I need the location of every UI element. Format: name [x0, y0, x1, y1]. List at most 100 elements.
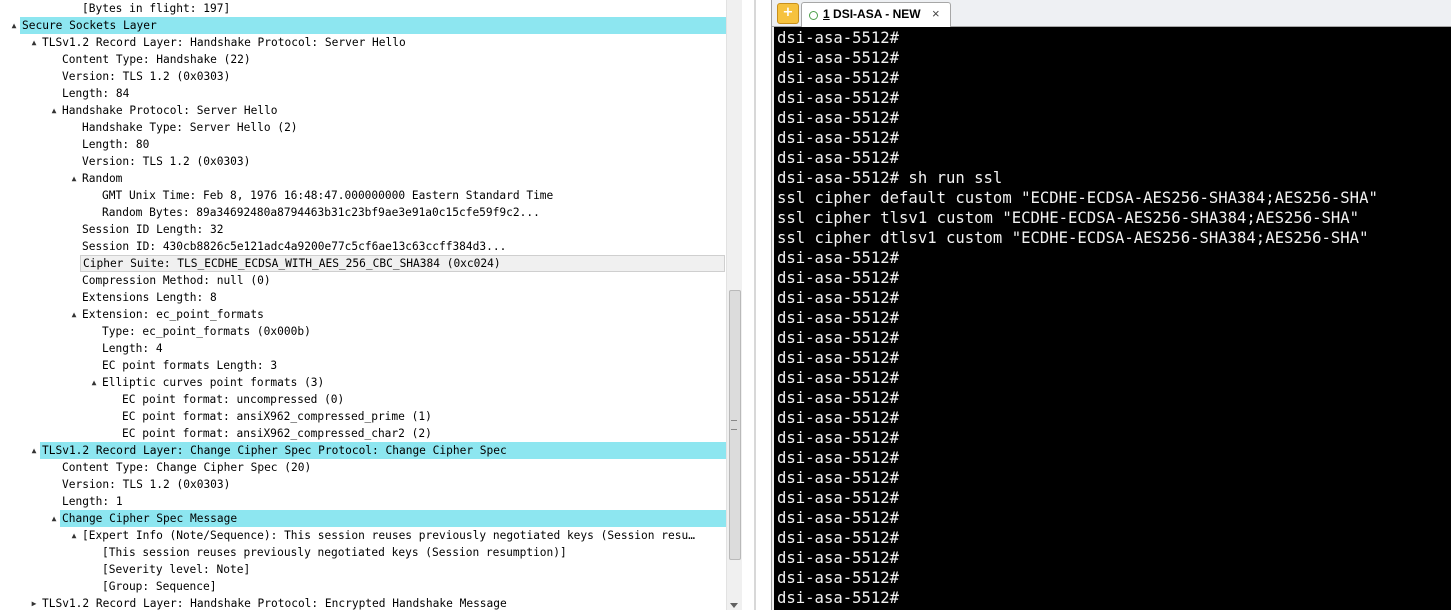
tree-row[interactable]: Content Type: Change Cipher Spec (20) [0, 459, 726, 476]
tree-row[interactable]: Session ID Length: 32 [0, 221, 726, 238]
tree-row-label: [Expert Info (Note/Sequence): This sessi… [82, 529, 695, 542]
tree-row[interactable]: ▲ [Expert Info (Note/Sequence): This sess… [0, 527, 726, 544]
terminal-line: dsi-asa-5512# [777, 469, 900, 487]
pane-gap [742, 0, 770, 610]
tree-row[interactable]: Length: 1 [0, 493, 726, 510]
terminal-line: dsi-asa-5512# [777, 49, 900, 67]
tree-row-label: Extension: ec_point_formats [82, 308, 264, 321]
packet-details-tree[interactable]: [Bytes in flight: 197] ▲ Secure Sockets La… [0, 0, 726, 610]
terminal-line: dsi-asa-5512# [777, 569, 900, 587]
tree-row-label: Elliptic curves point formats (3) [102, 376, 325, 389]
tree-row-label: Compression Method: null (0) [82, 274, 271, 287]
tree-row-label: Version: TLS 1.2 (0x0303) [62, 70, 231, 83]
terminal-tab[interactable]: 1 DSI-ASA - NEW × [801, 2, 951, 27]
tree-row-label: [Bytes in flight: 197] [82, 2, 231, 15]
collapse-arrow-icon[interactable]: ▲ [28, 34, 40, 51]
terminal-line: dsi-asa-5512# [777, 249, 900, 267]
scrollbar-grip-icon [731, 420, 737, 430]
terminal-line: ssl cipher dtlsv1 custom "ECDHE-ECDSA-AE… [777, 229, 1369, 247]
new-tab-button[interactable]: + [777, 3, 799, 24]
tab-number: 1 [823, 7, 830, 21]
tree-row[interactable]: Type: ec_point_formats (0x000b) [0, 323, 726, 340]
terminal-line: dsi-asa-5512# [777, 409, 900, 427]
scroll-down-arrow-icon[interactable] [730, 603, 738, 608]
close-tab-icon[interactable]: × [932, 6, 940, 21]
terminal-line: dsi-asa-5512# [777, 429, 900, 447]
tree-row[interactable]: [Bytes in flight: 197] [0, 0, 726, 17]
tree-row[interactable]: ▲ Handshake Protocol: Server Hello [0, 102, 726, 119]
packet-details-scrollbar[interactable] [726, 0, 742, 610]
tree-row[interactable]: Cipher Suite: TLS_ECDHE_ECDSA_WITH_AES_2… [0, 255, 726, 272]
tree-row[interactable]: ▲ TLSv1.2 Record Layer: Handshake Protoco… [0, 34, 726, 51]
collapse-arrow-icon[interactable]: ▲ [28, 442, 40, 459]
tree-row[interactable]: Content Type: Handshake (22) [0, 51, 726, 68]
tree-row-label: Version: TLS 1.2 (0x0303) [62, 478, 231, 491]
tree-row-label: Session ID Length: 32 [82, 223, 224, 236]
collapse-arrow-icon[interactable]: ▲ [48, 510, 60, 527]
tree-row[interactable]: [This session reuses previously negotiat… [0, 544, 726, 561]
tree-row-label: Length: 84 [62, 87, 130, 100]
tree-row-label: EC point format: ansiX962_compressed_pri… [122, 410, 432, 423]
terminal-line: dsi-asa-5512# [777, 369, 900, 387]
tree-row[interactable]: Handshake Type: Server Hello (2) [0, 119, 726, 136]
tree-row[interactable]: Length: 4 [0, 340, 726, 357]
tree-row[interactable]: Length: 80 [0, 136, 726, 153]
tree-row-label: [Group: Sequence] [102, 580, 217, 593]
tree-row[interactable]: [Group: Sequence] [0, 578, 726, 595]
collapse-arrow-icon[interactable]: ▲ [8, 17, 20, 34]
tree-row-label: Length: 80 [82, 138, 150, 151]
collapse-arrow-icon[interactable]: ▲ [68, 170, 80, 187]
terminal-line: dsi-asa-5512# [777, 529, 900, 547]
tree-row-label: Content Type: Handshake (22) [62, 53, 251, 66]
tree-row-label: EC point format: uncompressed (0) [122, 393, 345, 406]
tree-row[interactable]: ▲ Extension: ec_point_formats [0, 306, 726, 323]
tree-row[interactable]: EC point formats Length: 3 [0, 357, 726, 374]
tree-row[interactable]: ▲ Secure Sockets Layer [0, 17, 726, 34]
expand-arrow-icon[interactable]: ▶ [28, 595, 40, 610]
tree-row-label: Random [82, 172, 123, 185]
tree-row[interactable]: ▲ Elliptic curves point formats (3) [0, 374, 726, 391]
tree-row[interactable]: GMT Unix Time: Feb 8, 1976 16:48:47.0000… [0, 187, 726, 204]
collapse-arrow-icon[interactable]: ▲ [68, 306, 80, 323]
tree-row-label: TLSv1.2 Record Layer: Change Cipher Spec… [40, 442, 726, 459]
tree-row-label: TLSv1.2 Record Layer: Handshake Protocol… [42, 597, 507, 610]
tree-row-label: TLSv1.2 Record Layer: Handshake Protocol… [42, 36, 406, 49]
terminal-line: dsi-asa-5512# [777, 69, 900, 87]
terminal-line: dsi-asa-5512# sh run ssl [777, 169, 1003, 187]
tree-row[interactable]: ▲ Random [0, 170, 726, 187]
tree-row[interactable]: EC point format: ansiX962_compressed_pri… [0, 408, 726, 425]
window-divider[interactable] [754, 0, 756, 610]
tab-title: 1 DSI-ASA - NEW [823, 7, 921, 21]
terminal-line: dsi-asa-5512# [777, 449, 900, 467]
tree-row-label: Handshake Protocol: Server Hello [62, 104, 278, 117]
tree-row[interactable]: ▶ TLSv1.2 Record Layer: Handshake Protoco… [0, 595, 726, 610]
tree-row[interactable]: Length: 84 [0, 85, 726, 102]
terminal-line: dsi-asa-5512# [777, 29, 900, 47]
tree-row-label: Extensions Length: 8 [82, 291, 217, 304]
tree-row-label: EC point formats Length: 3 [102, 359, 278, 372]
terminal-line: dsi-asa-5512# [777, 589, 900, 607]
tree-row[interactable]: EC point format: ansiX962_compressed_cha… [0, 425, 726, 442]
tree-row[interactable]: EC point format: uncompressed (0) [0, 391, 726, 408]
terminal-line: ssl cipher default custom "ECDHE-ECDSA-A… [777, 189, 1378, 207]
tree-row[interactable]: ▲ TLSv1.2 Record Layer: Change Cipher Spe… [0, 442, 726, 459]
collapse-arrow-icon[interactable]: ▲ [48, 102, 60, 119]
tree-row[interactable]: ▲ Change Cipher Spec Message [0, 510, 726, 527]
tree-row[interactable]: Version: TLS 1.2 (0x0303) [0, 68, 726, 85]
collapse-arrow-icon[interactable]: ▲ [88, 374, 100, 391]
terminal-window: + 1 DSI-ASA - NEW × dsi-asa-5512# dsi-asa… [771, 0, 1451, 610]
tree-row[interactable]: Compression Method: null (0) [0, 272, 726, 289]
tree-row[interactable]: Extensions Length: 8 [0, 289, 726, 306]
collapse-arrow-icon[interactable]: ▲ [68, 527, 80, 544]
tree-row[interactable]: Session ID: 430cb8826c5e121adc4a9200e77c… [0, 238, 726, 255]
terminal-line: dsi-asa-5512# [777, 109, 900, 127]
tree-row[interactable]: Random Bytes: 89a34692480a8794463b31c23b… [0, 204, 726, 221]
terminal-line: dsi-asa-5512# [777, 89, 900, 107]
terminal-line: dsi-asa-5512# [777, 389, 900, 407]
tree-row[interactable]: Version: TLS 1.2 (0x0303) [0, 153, 726, 170]
terminal-screen[interactable]: dsi-asa-5512# dsi-asa-5512# dsi-asa-5512# d… [774, 27, 1451, 610]
tree-row-label: [Severity level: Note] [102, 563, 251, 576]
terminal-tab-bar: + 1 DSI-ASA - NEW × [772, 0, 1451, 27]
tree-row[interactable]: Version: TLS 1.2 (0x0303) [0, 476, 726, 493]
tree-row[interactable]: [Severity level: Note] [0, 561, 726, 578]
